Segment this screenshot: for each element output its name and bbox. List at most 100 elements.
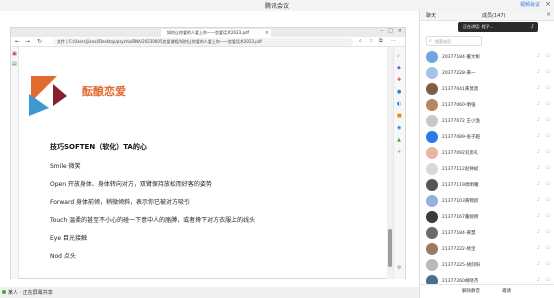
microphone-icon[interactable]: ♪ (537, 229, 540, 235)
forward-icon[interactable]: → (25, 38, 30, 45)
microphone-icon[interactable]: ♪ (537, 85, 540, 91)
camera-icon[interactable]: ▭ (545, 101, 550, 107)
list-item[interactable]: 21377103黄锦跃 ♪ ▭ (420, 193, 554, 210)
list-item[interactable]: 21377167董婉倩 ♪ ▭ (420, 209, 554, 226)
invite-button[interactable]: 邀请 (502, 288, 511, 294)
microphone-icon[interactable]: ♪ (537, 277, 540, 283)
list-item[interactable]: 21377184-黄慧 ♪ ▭ (420, 225, 554, 242)
address-bar[interactable]: 文件 | C:/Users/jianxl/Desktop/psycho/BNA/… (53, 38, 353, 46)
browser-side-toolbar: ⌕ ◆ ✚ ● ◐ ■ ◉ ▲ + ⚙ (393, 47, 405, 279)
microphone-icon[interactable]: ♪ (537, 197, 540, 203)
camera-icon[interactable]: ▭ (545, 69, 550, 75)
avatar (426, 115, 438, 127)
star-icon[interactable]: ☆ (369, 38, 373, 44)
camera-icon[interactable]: ▭ (545, 133, 550, 139)
scroll-thumb[interactable] (388, 229, 392, 267)
microphone-icon[interactable]: ♪ (537, 101, 540, 107)
camera-icon[interactable]: ▭ (545, 53, 550, 59)
sharing-indicator-icon (2, 290, 6, 294)
menu-icon[interactable]: ⋯ (391, 38, 396, 44)
maximize-icon[interactable]: □ (388, 28, 393, 34)
camera-icon[interactable]: ▭ (545, 165, 550, 171)
microphone-icon[interactable]: ♪ (537, 245, 540, 251)
microphone-icon[interactable]: ♪ (537, 261, 540, 267)
close-icon[interactable]: × (545, 0, 551, 8)
slide-heading: 技巧SOFTEN（软化）TA的心 (50, 143, 147, 151)
member-name: 21377092刘思礼 (442, 151, 479, 156)
list-item[interactable]: 21377225-胡剑阳 ♪ ▭ (420, 257, 554, 274)
microphone-icon[interactable]: ♪ (537, 133, 540, 139)
games-icon[interactable]: ● (397, 89, 401, 95)
browser-tab-title: 如何让你爱的人爱上你——恋爱话术2023.pdf (167, 30, 249, 35)
camera-icon[interactable]: ▭ (545, 149, 550, 155)
camera-icon[interactable]: ▭ (545, 117, 550, 123)
list-item[interactable]: 20377184-董文彬 ♪ ▭ (420, 49, 554, 66)
list-item[interactable]: 21377041黄莫莫 ♪ ▭ (420, 81, 554, 98)
member-name: 21377119周明曦 (442, 183, 479, 188)
microphone-icon[interactable]: ♪ (537, 69, 540, 75)
shared-browser-window: 如何让你爱的人爱上你——恋爱话术2023.pdf × – □ × ← → ↻ 文… (10, 27, 406, 279)
office-icon[interactable]: ■ (397, 113, 402, 119)
microphone-icon[interactable]: ♪ (537, 181, 540, 187)
member-name: 21377225-胡剑阳 (442, 263, 481, 268)
copilot-icon[interactable]: ◆ (397, 65, 401, 71)
window-title-bar: 腾讯会议 视频会议 × (0, 0, 554, 11)
panel-footer: 解除静音 邀请 (420, 284, 554, 298)
browser-close-icon[interactable]: × (398, 28, 402, 34)
sidebar-icon[interactable]: ▤ (12, 61, 17, 67)
tab-chat[interactable]: 聊天 (426, 12, 436, 19)
search-icon[interactable]: ⌕ (397, 53, 400, 59)
member-name: 21377103黄锦跃 (442, 199, 479, 204)
zoom-icon[interactable]: ⌕ (359, 38, 362, 44)
member-name: 21377060-明强 (442, 103, 476, 108)
slide-line: Smile 微笑 (50, 163, 81, 170)
tab-close-icon[interactable]: × (265, 29, 269, 37)
settings-icon[interactable]: ⚙ (397, 265, 401, 271)
pdf-icon[interactable]: ▣ (12, 51, 17, 57)
member-name: 21377089-张子越 (442, 135, 481, 140)
camera-icon[interactable]: ▭ (545, 181, 550, 187)
list-item[interactable]: 21377222-杨宝 ♪ ▭ (420, 241, 554, 258)
camera-icon[interactable]: ▭ (545, 229, 550, 235)
reload-icon[interactable]: ↻ (37, 38, 42, 45)
minimize-icon[interactable]: – (381, 28, 384, 34)
list-item[interactable]: 21377072 王小渔 ♪ ▭ (420, 113, 554, 130)
camera-icon[interactable]: ▭ (545, 213, 550, 219)
browser-tab[interactable]: 如何让你爱的人爱上你——恋爱话术2023.pdf × (161, 29, 271, 37)
tools-icon[interactable]: ◐ (397, 101, 401, 107)
list-item[interactable]: 21377112赵钟斌 ♪ ▭ (420, 161, 554, 178)
list-item[interactable]: 20377228-黄一 ♪ ▭ (420, 65, 554, 82)
panel-tabs: 聊天 成员(147) × (420, 11, 554, 21)
microphone-icon[interactable]: ♪ (537, 117, 540, 123)
drop-icon[interactable]: ▲ (397, 137, 401, 143)
microphone-icon[interactable]: ♪ (537, 213, 540, 219)
member-name: 21377112赵钟斌 (442, 167, 479, 172)
avatar (426, 243, 438, 255)
microphone-icon[interactable]: ♪ (537, 53, 540, 59)
back-icon[interactable]: ← (15, 38, 20, 45)
extensions-icon[interactable]: ⧉ (379, 38, 383, 44)
microphone-icon[interactable]: ♪ (537, 165, 540, 171)
microphone-icon[interactable]: ♪ (537, 149, 540, 155)
camera-icon[interactable]: ▭ (545, 277, 550, 283)
outlook-icon[interactable]: ◉ (397, 125, 401, 131)
list-item[interactable]: 21377092刘思礼 ♪ ▭ (420, 145, 554, 162)
video-meeting-button[interactable]: 视频会议 (520, 1, 540, 8)
panel-close-icon[interactable]: × (546, 11, 551, 18)
shopping-icon[interactable]: ✚ (397, 77, 401, 83)
tab-members[interactable]: 成员(147) (482, 12, 505, 19)
camera-icon[interactable]: ▭ (545, 261, 550, 267)
list-item[interactable]: 21377119周明曦 ♪ ▭ (420, 177, 554, 194)
list-item[interactable]: 21377060-明强 ♪ ▭ (420, 97, 554, 114)
unmute-all-button[interactable]: 解除静音 (462, 288, 480, 294)
avatar (426, 259, 438, 271)
camera-icon[interactable]: ▭ (545, 85, 550, 91)
list-item[interactable]: 21377089-张子越 ♪ ▭ (420, 129, 554, 146)
member-search-input[interactable]: ⌕ 搜索成员 (426, 36, 482, 46)
add-icon[interactable]: + (397, 149, 401, 155)
camera-icon[interactable]: ▭ (545, 197, 550, 203)
search-placeholder: 搜索成员 (435, 39, 451, 44)
camera-icon[interactable]: ▭ (545, 245, 550, 251)
avatar (426, 67, 438, 79)
meeting-side-panel: 聊天 成员(147) × 正在讲话: 程子... ♪ ⌕ 搜索成员 203771… (419, 11, 554, 298)
